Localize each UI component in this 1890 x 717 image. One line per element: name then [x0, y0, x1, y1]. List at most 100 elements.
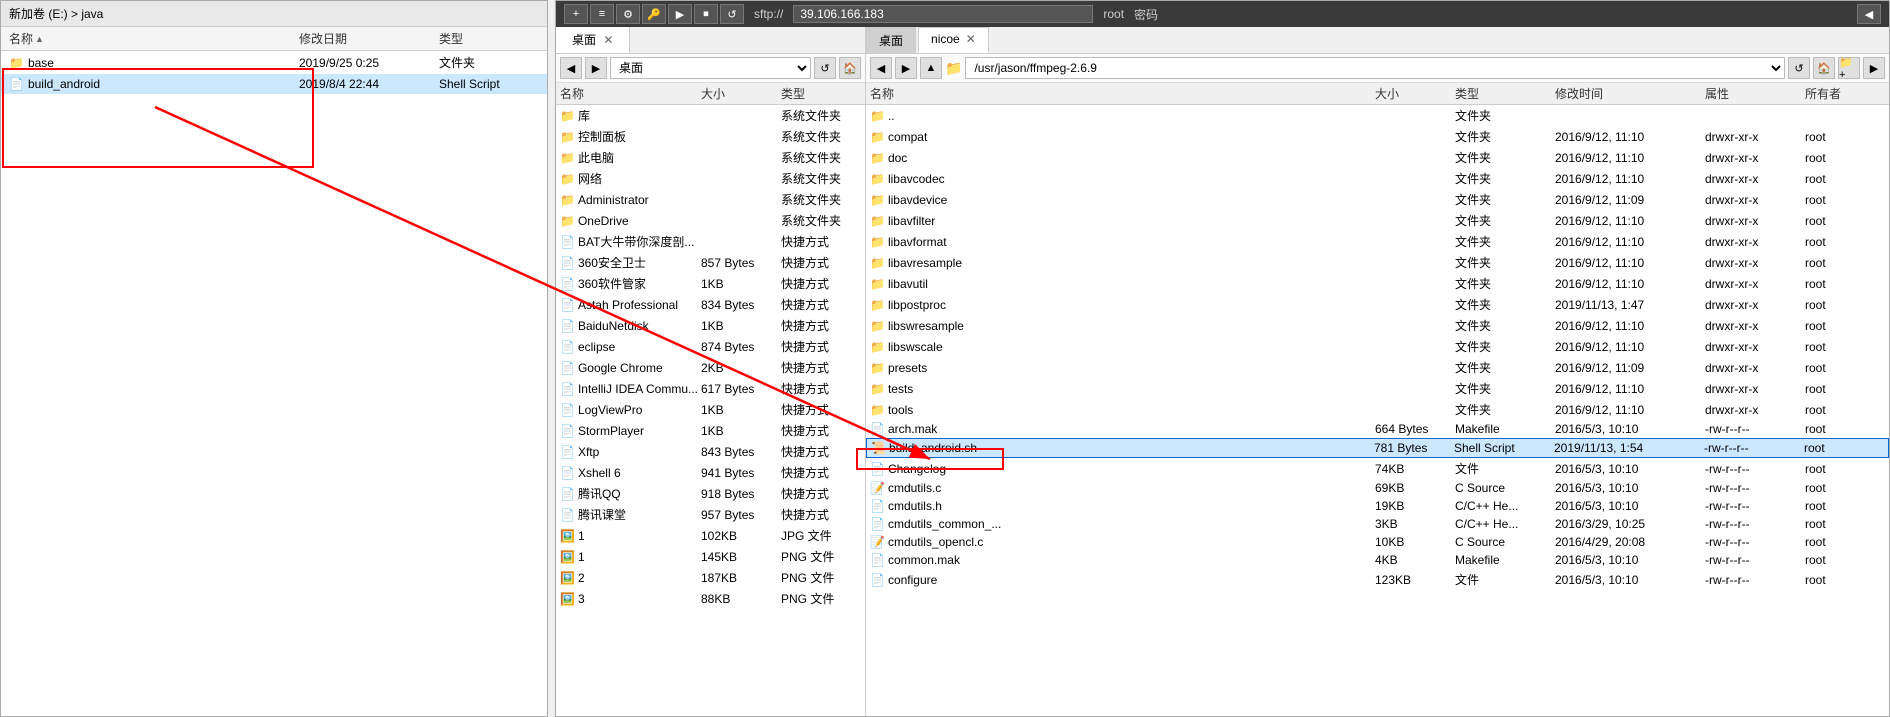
remote-tab[interactable]: nicoe✕ [918, 27, 989, 53]
remote-file-row[interactable]: 📁libavresample文件夹2016/9/12, 11:10drwxr-x… [866, 252, 1889, 273]
local-file-row[interactable]: 📄Xshell 6941 Bytes快捷方式 [556, 462, 865, 483]
remote-collapse-btn[interactable]: ▶ [1863, 57, 1885, 79]
local-file-row[interactable]: 📄360安全卫士857 Bytes快捷方式 [556, 252, 865, 273]
local-file-row[interactable]: 📄eclipse874 Bytes快捷方式 [556, 336, 865, 357]
local-tab-desktop[interactable]: 桌面 ✕ [556, 27, 630, 53]
remote-col-size[interactable]: 大小 [1375, 85, 1455, 102]
local-file-row[interactable]: 🖼️2187KBPNG 文件 [556, 567, 865, 588]
col-type[interactable]: 类型 [439, 30, 539, 47]
remote-fwd-btn[interactable]: ▶ [895, 57, 917, 79]
local-col-type[interactable]: 类型 [781, 85, 861, 102]
remote-file-owner: root [1805, 422, 1885, 436]
toolbar-btn-5[interactable]: ▶ [668, 4, 692, 24]
local-file-row[interactable]: 📄腾讯QQ918 Bytes快捷方式 [556, 483, 865, 504]
local-file-row[interactable]: 🖼️1102KBJPG 文件 [556, 525, 865, 546]
remote-file-row[interactable]: 📁libswscale文件夹2016/9/12, 11:10drwxr-xr-x… [866, 336, 1889, 357]
local-file-row[interactable]: 📄Google Chrome2KB快捷方式 [556, 357, 865, 378]
local-file-row[interactable]: 📄360软件管家1KB快捷方式 [556, 273, 865, 294]
remote-file-modified: 2016/9/12, 11:10 [1555, 382, 1705, 396]
remote-path-dropdown[interactable]: /usr/jason/ffmpeg-2.6.9 [965, 57, 1785, 79]
remote-col-attrs[interactable]: 属性 [1705, 85, 1805, 102]
local-file-row[interactable]: 🖼️388KBPNG 文件 [556, 588, 865, 609]
remote-file-row[interactable]: 📁libavformat文件夹2016/9/12, 11:10drwxr-xr-… [866, 231, 1889, 252]
remote-file-row[interactable]: 📄configure123KB文件2016/5/3, 10:10-rw-r--r… [866, 569, 1889, 590]
local-file-row[interactable]: 📁控制面板系统文件夹 [556, 126, 865, 147]
local-pane: 桌面 ✕ ◀ ▶ 桌面 ↺ 🏠 名称 大小 类型 📁库系统文件夹📁控制面板系统文… [556, 27, 866, 716]
remote-file-row[interactable]: 📁libavcodec文件夹2016/9/12, 11:10drwxr-xr-x… [866, 168, 1889, 189]
local-file-size: 102KB [701, 529, 781, 543]
toolbar-btn-2[interactable]: ≡ [590, 4, 614, 24]
local-file-row[interactable]: 📄Astah Professional834 Bytes快捷方式 [556, 294, 865, 315]
remote-file-modified: 2016/9/12, 11:10 [1555, 319, 1705, 333]
local-file-row[interactable]: 🖼️1145KBPNG 文件 [556, 546, 865, 567]
remote-home-btn[interactable]: 🏠 [1813, 57, 1835, 79]
local-file-row[interactable]: 📁库系统文件夹 [556, 105, 865, 126]
local-file-row[interactable]: 📄Xftp843 Bytes快捷方式 [556, 441, 865, 462]
remote-back-btn[interactable]: ◀ [870, 57, 892, 79]
remote-parent-btn[interactable]: ▲ [920, 57, 942, 79]
local-file-size: 857 Bytes [701, 256, 781, 270]
local-tab-close[interactable]: ✕ [603, 33, 613, 47]
remote-col-name[interactable]: 名称 [870, 85, 1375, 102]
toolbar-btn-3[interactable]: ⚙ [616, 4, 640, 24]
explorer-file-row[interactable]: 📄build_android2019/8/4 22:44Shell Script [1, 74, 547, 94]
local-home-btn[interactable]: 🏠 [839, 57, 861, 79]
remote-file-row[interactable]: 📁libpostproc文件夹2019/11/13, 1:47drwxr-xr-… [866, 294, 1889, 315]
remote-new-folder-btn[interactable]: 📁+ [1838, 57, 1860, 79]
remote-file-row[interactable]: 📁libavutil文件夹2016/9/12, 11:10drwxr-xr-xr… [866, 273, 1889, 294]
local-path-dropdown[interactable]: 桌面 [610, 57, 811, 79]
collapse-btn[interactable]: ◀ [1857, 4, 1881, 24]
remote-file-row[interactable]: 📁libavdevice文件夹2016/9/12, 11:09drwxr-xr-… [866, 189, 1889, 210]
remote-file-row[interactable]: 📁libavfilter文件夹2016/9/12, 11:10drwxr-xr-… [866, 210, 1889, 231]
remote-file-row[interactable]: 📜build_android.sh781 BytesShell Script20… [866, 438, 1889, 458]
local-back-btn[interactable]: ◀ [560, 57, 582, 79]
local-refresh-btn[interactable]: ↺ [814, 57, 836, 79]
remote-refresh-btn[interactable]: ↺ [1788, 57, 1810, 79]
remote-file-row[interactable]: 📄common.mak4KBMakefile2016/5/3, 10:10-rw… [866, 551, 1889, 569]
remote-file-row[interactable]: 📄cmdutils.h19KBC/C++ He...2016/5/3, 10:1… [866, 497, 1889, 515]
remote-col-type[interactable]: 类型 [1455, 85, 1555, 102]
toolbar-btn-6[interactable]: ⏹ [694, 4, 718, 24]
local-file-row[interactable]: 📁Administrator系统文件夹 [556, 189, 865, 210]
remote-file-size: 19KB [1375, 499, 1455, 513]
local-file-row[interactable]: 📄LogViewPro1KB快捷方式 [556, 399, 865, 420]
remote-col-owner[interactable]: 所有者 [1805, 85, 1885, 102]
col-name[interactable]: 名称 [9, 30, 299, 47]
remote-file-row[interactable]: 📁tools文件夹2016/9/12, 11:10drwxr-xr-xroot [866, 399, 1889, 420]
remote-file-row[interactable]: 📁libswresample文件夹2016/9/12, 11:10drwxr-x… [866, 315, 1889, 336]
remote-file-row[interactable]: 📁compat文件夹2016/9/12, 11:10drwxr-xr-xroot [866, 126, 1889, 147]
local-fwd-btn[interactable]: ▶ [585, 57, 607, 79]
remote-tab[interactable]: 桌面 [866, 27, 916, 53]
user-label: root [1103, 7, 1124, 21]
remote-file-row[interactable]: 📝cmdutils.c69KBC Source2016/5/3, 10:10-r… [866, 479, 1889, 497]
remote-col-modified[interactable]: 修改时间 [1555, 85, 1705, 102]
remote-file-row[interactable]: 📁doc文件夹2016/9/12, 11:10drwxr-xr-xroot [866, 147, 1889, 168]
local-file-name: 📄LogViewPro [560, 403, 701, 417]
remote-file-row[interactable]: 📝cmdutils_opencl.c10KBC Source2016/4/29,… [866, 533, 1889, 551]
tab-close-icon[interactable]: ✕ [966, 32, 976, 46]
toolbar-btn-4[interactable]: 🔑 [642, 4, 666, 24]
remote-file-row[interactable]: 📁presets文件夹2016/9/12, 11:09drwxr-xr-xroo… [866, 357, 1889, 378]
local-file-row[interactable]: 📄BaiduNetdisk1KB快捷方式 [556, 315, 865, 336]
local-col-name[interactable]: 名称 [560, 85, 701, 102]
local-file-row[interactable]: 📄BAT大牛带你深度剖...快捷方式 [556, 231, 865, 252]
remote-file-type: 文件夹 [1455, 233, 1555, 250]
toolbar-btn-7[interactable]: ↺ [720, 4, 744, 24]
host-input[interactable] [793, 5, 1093, 23]
local-file-row[interactable]: 📄腾讯课堂957 Bytes快捷方式 [556, 504, 865, 525]
toolbar-btn-1[interactable]: + [564, 4, 588, 24]
local-file-row[interactable]: 📄IntelliJ IDEA Commu...617 Bytes快捷方式 [556, 378, 865, 399]
remote-file-name: 📄configure [870, 573, 1375, 587]
local-file-row[interactable]: 📁此电脑系统文件夹 [556, 147, 865, 168]
col-date[interactable]: 修改日期 [299, 30, 439, 47]
remote-file-row[interactable]: 📁..文件夹 [866, 105, 1889, 126]
local-file-row[interactable]: 📁网络系统文件夹 [556, 168, 865, 189]
local-col-size[interactable]: 大小 [701, 85, 781, 102]
remote-file-row[interactable]: 📁tests文件夹2016/9/12, 11:10drwxr-xr-xroot [866, 378, 1889, 399]
remote-file-row[interactable]: 📄cmdutils_common_...3KBC/C++ He...2016/3… [866, 515, 1889, 533]
local-file-row[interactable]: 📁OneDrive系统文件夹 [556, 210, 865, 231]
remote-file-row[interactable]: 📄Changelog74KB文件2016/5/3, 10:10-rw-r--r-… [866, 458, 1889, 479]
remote-file-row[interactable]: 📄arch.mak664 BytesMakefile2016/5/3, 10:1… [866, 420, 1889, 438]
local-file-row[interactable]: 📄StormPlayer1KB快捷方式 [556, 420, 865, 441]
explorer-file-row[interactable]: 📁base2019/9/25 0:25文件夹 [1, 51, 547, 74]
